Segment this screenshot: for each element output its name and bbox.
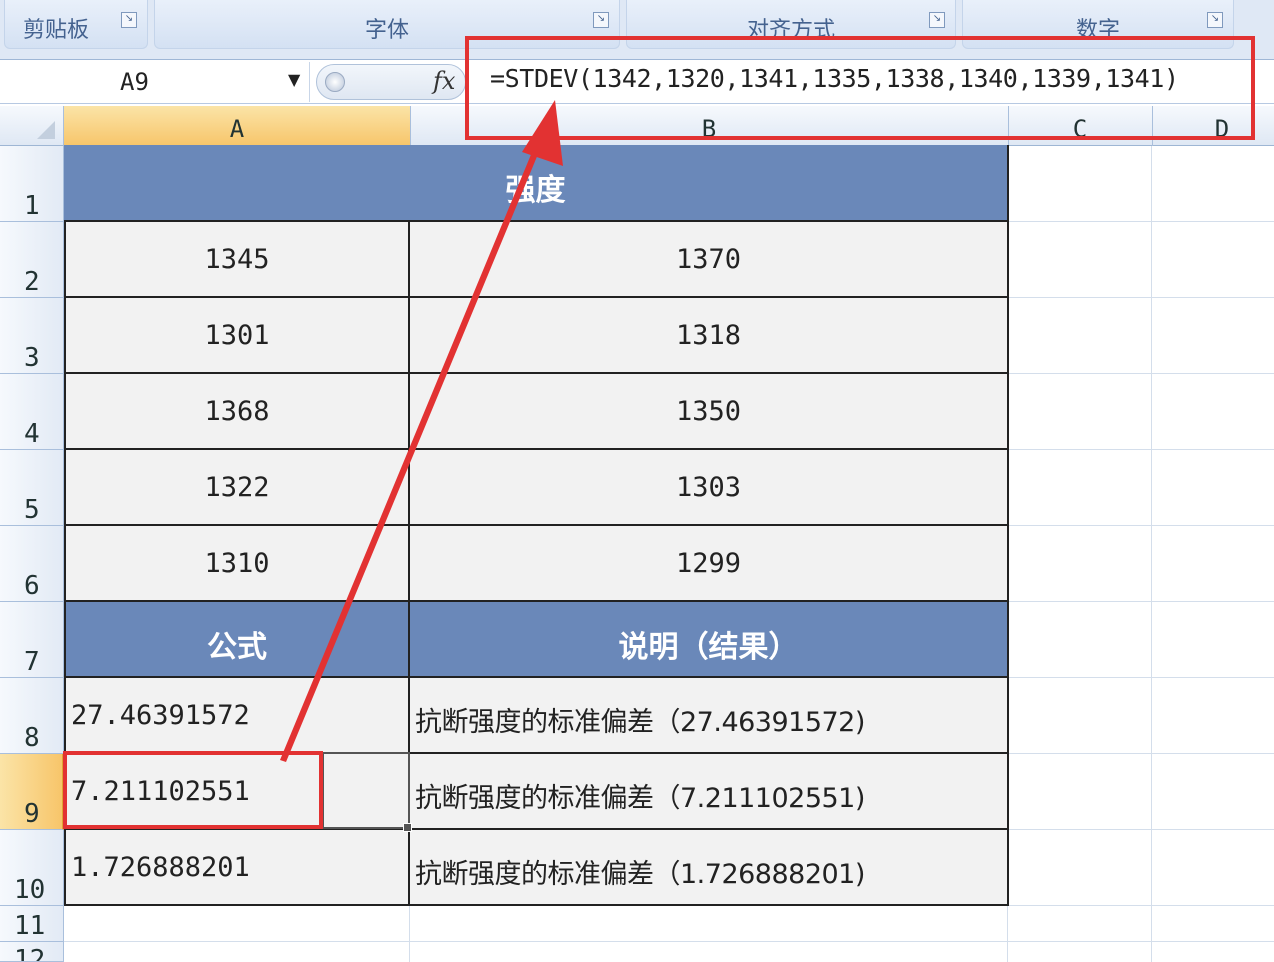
- arrow-head-icon: [522, 100, 563, 166]
- arrow-shaft: [280, 128, 548, 762]
- annotation-arrow: [280, 100, 563, 762]
